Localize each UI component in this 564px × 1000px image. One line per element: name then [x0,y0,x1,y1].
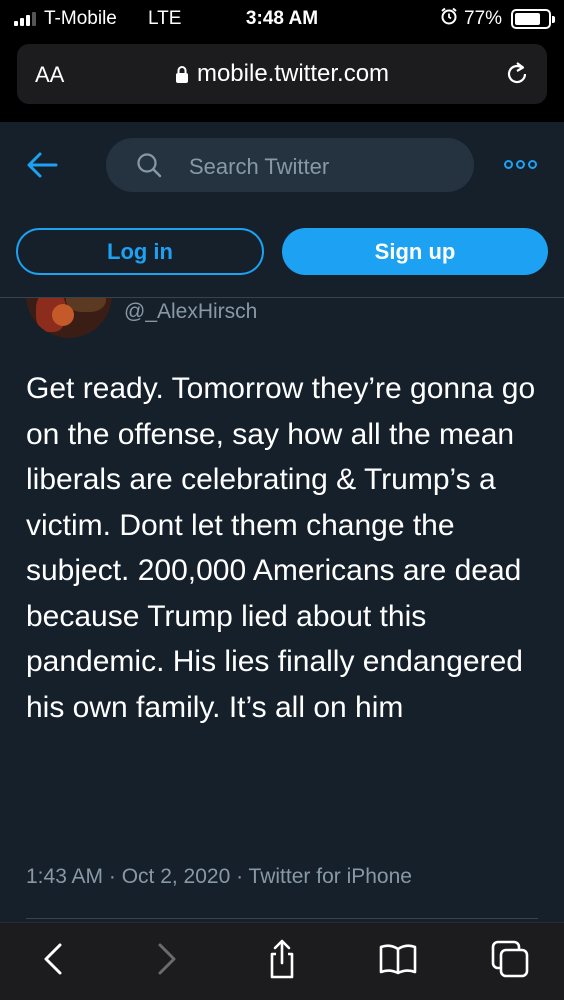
address-bar[interactable]: AA mobile.twitter.com [17,44,547,104]
back-icon[interactable] [34,939,74,979]
tweet-meta[interactable]: 1:43 AM · Oct 2, 2020 · Twitter for iPho… [26,865,412,889]
login-button[interactable]: Log in [16,228,264,275]
bookmarks-icon[interactable] [378,939,418,979]
battery-percent: 77% [464,8,503,29]
divider [26,918,538,919]
tabs-icon[interactable] [490,939,530,979]
reload-icon[interactable] [503,60,531,88]
url-text: mobile.twitter.com [196,60,390,87]
twitter-header: Search Twitter Log in Sign up [0,122,564,297]
more-icon[interactable] [504,160,537,169]
search-placeholder: Search Twitter [189,154,330,179]
browser-chrome: T-Mobile LTE 3:48 AM 77% AA mobile.twitt… [0,0,564,122]
tweet-handle[interactable]: @_AlexHirsch [124,300,257,324]
search-icon [137,153,162,178]
lock-icon [175,66,188,83]
header-divider [0,297,564,298]
tweet-text: Get ready. Tomorrow they’re gonna go on … [26,372,536,724]
browser-toolbar [0,922,564,1000]
forward-icon[interactable] [146,939,186,979]
alarm-icon [441,7,457,25]
url-field[interactable]: mobile.twitter.com [17,60,547,88]
signup-button[interactable]: Sign up [282,228,548,275]
back-arrow-icon[interactable] [26,150,58,180]
battery-icon [511,9,555,29]
search-input[interactable]: Search Twitter [106,138,474,192]
status-bar: T-Mobile LTE 3:48 AM 77% [0,0,564,38]
share-icon[interactable] [262,939,302,979]
